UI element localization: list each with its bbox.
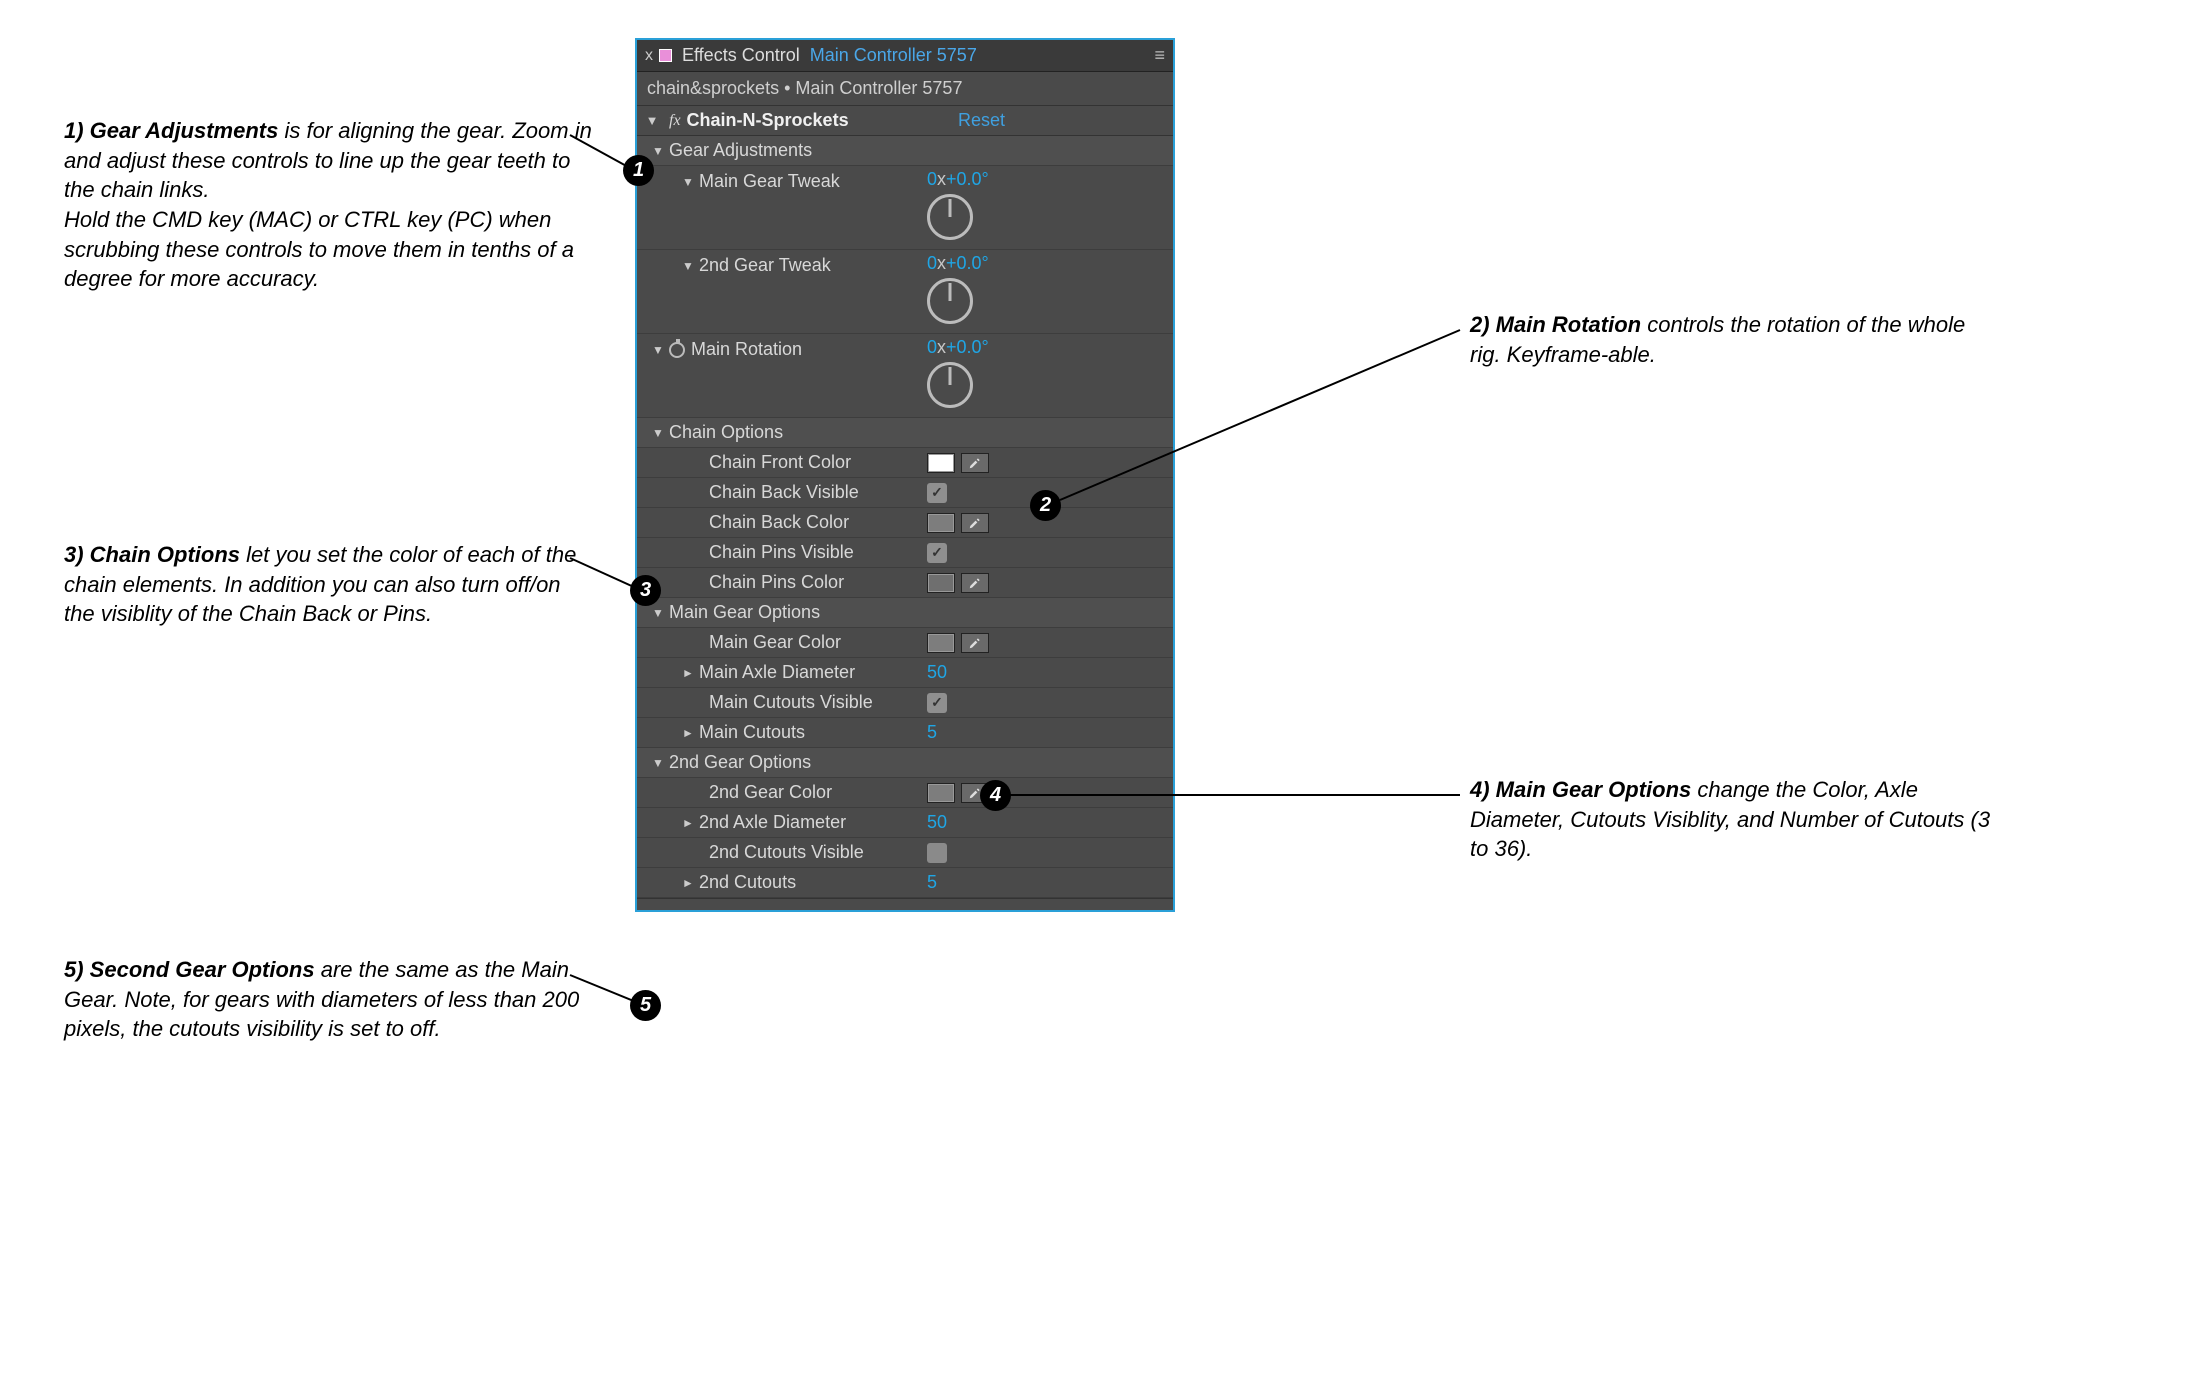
param-label: 2nd Cutouts bbox=[699, 872, 796, 893]
param-label: Main Cutouts bbox=[699, 722, 805, 743]
color-swatch[interactable] bbox=[927, 633, 955, 653]
angle-value[interactable]: 0x+0.0° bbox=[927, 337, 989, 358]
param-main-axle-diameter: ► Main Axle Diameter 50 bbox=[637, 658, 1173, 688]
twirly-icon[interactable]: ▼ bbox=[651, 426, 665, 440]
param-2nd-axle-diameter: ► 2nd Axle Diameter 50 bbox=[637, 808, 1173, 838]
color-swatch[interactable] bbox=[927, 453, 955, 473]
checkbox[interactable]: ✓ bbox=[927, 543, 947, 563]
param-chain-front-color: Chain Front Color bbox=[637, 448, 1173, 478]
panel-tab-bar: x Effects Control Main Controller 5757 ≡ bbox=[637, 40, 1173, 72]
param-chain-back-visible: Chain Back Visible ✓ bbox=[637, 478, 1173, 508]
twirly-icon[interactable]: ▼ bbox=[681, 175, 695, 189]
twirly-icon[interactable]: ► bbox=[681, 726, 695, 740]
panel-tab-subject: Main Controller 5757 bbox=[810, 45, 977, 66]
group-label: 2nd Gear Options bbox=[669, 752, 811, 773]
param-label: 2nd Gear Color bbox=[709, 782, 832, 803]
twirly-icon[interactable]: ► bbox=[681, 666, 695, 680]
annotation-2: 2) Main Rotation controls the rotation o… bbox=[1470, 310, 2000, 369]
angle-dial[interactable] bbox=[927, 278, 973, 324]
slider-value[interactable]: 5 bbox=[927, 872, 937, 893]
angle-dial[interactable] bbox=[927, 362, 973, 408]
panel-tab-title: Effects Control bbox=[682, 45, 800, 66]
param-label: Chain Pins Color bbox=[709, 572, 844, 593]
twirly-icon[interactable]: ▼ bbox=[651, 144, 665, 158]
eyedropper-icon[interactable] bbox=[961, 633, 989, 653]
group-chain-options[interactable]: ▼ Chain Options bbox=[637, 418, 1173, 448]
callout-badge-3: 3 bbox=[630, 575, 661, 606]
twirly-icon[interactable]: ► bbox=[681, 816, 695, 830]
eyedropper-icon[interactable] bbox=[961, 573, 989, 593]
param-2nd-gear-tweak: ▼ 2nd Gear Tweak 0x+0.0° bbox=[637, 250, 1173, 334]
annotation-5: 5) Second Gear Options are the same as t… bbox=[64, 955, 594, 1044]
param-chain-pins-color: Chain Pins Color bbox=[637, 568, 1173, 598]
checkbox[interactable]: ✓ bbox=[927, 693, 947, 713]
slider-value[interactable]: 50 bbox=[927, 662, 947, 683]
callout-badge-2: 2 bbox=[1030, 490, 1061, 521]
twirly-icon[interactable]: ▼ bbox=[651, 343, 665, 357]
param-label: Main Cutouts Visible bbox=[709, 692, 873, 713]
group-label: Main Gear Options bbox=[669, 602, 820, 623]
eyedropper-icon[interactable] bbox=[961, 513, 989, 533]
param-2nd-cutouts-visible: 2nd Cutouts Visible bbox=[637, 838, 1173, 868]
fx-icon: fx bbox=[669, 112, 681, 130]
callout-badge-5: 5 bbox=[630, 990, 661, 1021]
param-main-gear-tweak: ▼ Main Gear Tweak 0x+0.0° bbox=[637, 166, 1173, 250]
group-gear-adjustments[interactable]: ▼ Gear Adjustments bbox=[637, 136, 1173, 166]
param-2nd-cutouts: ► 2nd Cutouts 5 bbox=[637, 868, 1173, 898]
group-main-gear-options[interactable]: ▼ Main Gear Options bbox=[637, 598, 1173, 628]
reset-link[interactable]: Reset bbox=[958, 110, 1005, 131]
angle-value[interactable]: 0x+0.0° bbox=[927, 253, 989, 274]
param-label: 2nd Axle Diameter bbox=[699, 812, 846, 833]
slider-value[interactable]: 50 bbox=[927, 812, 947, 833]
param-label: Main Gear Tweak bbox=[699, 171, 840, 192]
param-chain-back-color: Chain Back Color bbox=[637, 508, 1173, 538]
close-icon[interactable]: x bbox=[645, 47, 653, 65]
param-label: Chain Back Color bbox=[709, 512, 849, 533]
group-label: Gear Adjustments bbox=[669, 140, 812, 161]
twirly-icon[interactable]: ▼ bbox=[651, 606, 665, 620]
param-chain-pins-visible: Chain Pins Visible ✓ bbox=[637, 538, 1173, 568]
param-label: Chain Back Visible bbox=[709, 482, 859, 503]
twirly-icon[interactable]: ▼ bbox=[651, 756, 665, 770]
param-label: Main Axle Diameter bbox=[699, 662, 855, 683]
angle-value[interactable]: 0x+0.0° bbox=[927, 169, 989, 190]
panel-menu-icon[interactable]: ≡ bbox=[1154, 45, 1165, 66]
angle-dial[interactable] bbox=[927, 194, 973, 240]
stopwatch-icon[interactable] bbox=[669, 342, 685, 358]
color-swatch[interactable] bbox=[927, 513, 955, 533]
param-main-gear-color: Main Gear Color bbox=[637, 628, 1173, 658]
layer-color-chip bbox=[659, 49, 672, 62]
param-main-cutouts-visible: Main Cutouts Visible ✓ bbox=[637, 688, 1173, 718]
param-label: Main Rotation bbox=[691, 339, 802, 360]
param-main-cutouts: ► Main Cutouts 5 bbox=[637, 718, 1173, 748]
param-label: Chain Front Color bbox=[709, 452, 851, 473]
color-swatch[interactable] bbox=[927, 783, 955, 803]
breadcrumb: chain&sprockets • Main Controller 5757 bbox=[637, 72, 1173, 106]
slider-value[interactable]: 5 bbox=[927, 722, 937, 743]
callout-badge-1: 1 bbox=[623, 155, 654, 186]
twirly-icon[interactable]: ► bbox=[681, 876, 695, 890]
effect-header[interactable]: ▼ fx Chain-N-Sprockets Reset bbox=[637, 106, 1173, 136]
effect-name: Chain-N-Sprockets bbox=[687, 110, 849, 131]
annotation-3: 3) Chain Options let you set the color o… bbox=[64, 540, 594, 629]
checkbox[interactable] bbox=[927, 843, 947, 863]
annotation-1: 1) Gear Adjustments is for aligning the … bbox=[64, 116, 594, 294]
group-2nd-gear-options[interactable]: ▼ 2nd Gear Options bbox=[637, 748, 1173, 778]
param-label: Main Gear Color bbox=[709, 632, 841, 653]
annotation-4: 4) Main Gear Options change the Color, A… bbox=[1470, 775, 2000, 864]
param-2nd-gear-color: 2nd Gear Color bbox=[637, 778, 1173, 808]
checkbox[interactable]: ✓ bbox=[927, 483, 947, 503]
param-label: 2nd Gear Tweak bbox=[699, 255, 831, 276]
callout-badge-4: 4 bbox=[980, 780, 1011, 811]
param-main-rotation: ▼ Main Rotation 0x+0.0° bbox=[637, 334, 1173, 418]
twirly-icon[interactable]: ▼ bbox=[645, 113, 659, 128]
color-swatch[interactable] bbox=[927, 573, 955, 593]
twirly-icon[interactable]: ▼ bbox=[681, 259, 695, 273]
eyedropper-icon[interactable] bbox=[961, 453, 989, 473]
param-label: 2nd Cutouts Visible bbox=[709, 842, 864, 863]
param-label: Chain Pins Visible bbox=[709, 542, 854, 563]
effects-controls-panel: x Effects Control Main Controller 5757 ≡… bbox=[635, 38, 1175, 912]
group-label: Chain Options bbox=[669, 422, 783, 443]
annotation-body: is for aligning the gear. Zoom in and ad… bbox=[64, 118, 592, 291]
